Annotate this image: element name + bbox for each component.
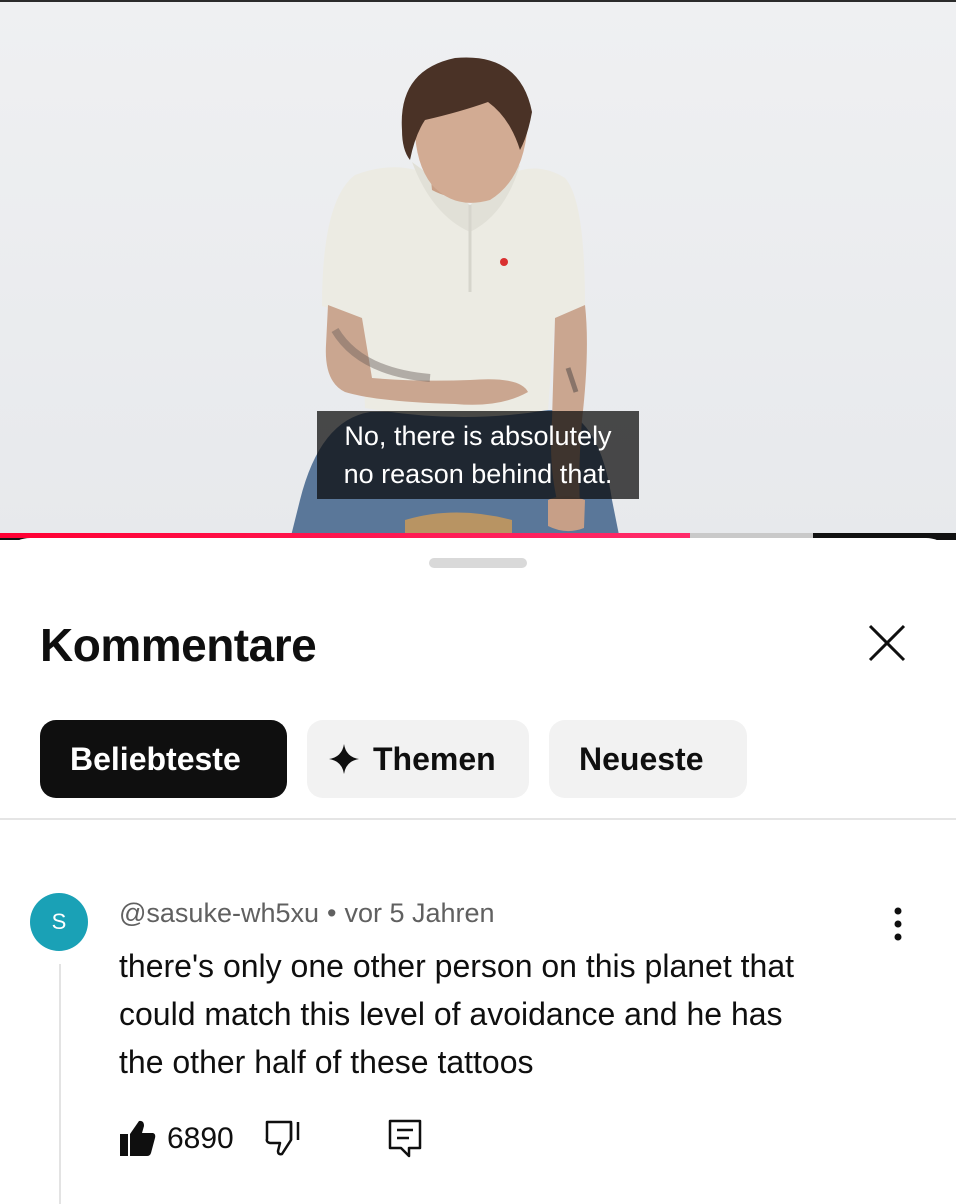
like-button[interactable]	[119, 1118, 157, 1163]
reply-icon	[388, 1119, 422, 1158]
comment-time: vor 5 Jahren	[344, 898, 495, 928]
drag-handle[interactable]	[429, 558, 527, 568]
avatar-letter: S	[51, 909, 67, 934]
thread-line	[59, 964, 61, 1204]
comment-line: there's only one other person on this pl…	[119, 948, 794, 984]
comment-line: the other half of these tattoos	[119, 1044, 534, 1080]
chip-beliebteste[interactable]: Beliebteste	[40, 720, 287, 798]
more-vertical-icon	[894, 907, 902, 941]
divider	[0, 818, 956, 820]
thumbs-up-icon	[120, 1120, 156, 1156]
video-player[interactable]: No, there is absolutely no reason behind…	[0, 0, 956, 540]
sparkle-icon	[329, 743, 359, 774]
dislike-button[interactable]	[265, 1118, 301, 1163]
chip-label: Neueste	[579, 741, 704, 777]
thumbs-down-icon	[265, 1120, 300, 1156]
comment-meta: @sasuke-wh5xu • vor 5 Jahren	[119, 898, 495, 929]
subtitle-caption: No, there is absolutely no reason behind…	[317, 411, 639, 499]
chip-label: Themen	[373, 741, 496, 777]
avatar[interactable]: S	[30, 893, 88, 951]
sheet-title: Kommentare	[40, 619, 317, 671]
close-icon	[868, 624, 906, 662]
chip-neueste[interactable]: Neueste	[549, 720, 747, 798]
chip-themen[interactable]: Themen	[307, 720, 529, 798]
reply-button[interactable]	[387, 1118, 423, 1163]
comment-text: there's only one other person on this pl…	[119, 942, 909, 1086]
comment-line: could match this level of avoidance and …	[119, 996, 783, 1032]
like-count: 6890	[167, 1122, 234, 1155]
more-options-button[interactable]	[880, 904, 916, 944]
close-button[interactable]	[860, 616, 914, 670]
comment-author[interactable]: @sasuke-wh5xu	[119, 898, 319, 928]
comments-sheet: Kommentare Beliebteste Themen Neueste S …	[0, 538, 956, 1204]
subtitle-line-1: No, there is absolutely	[344, 421, 612, 451]
chip-label: Beliebteste	[70, 741, 241, 777]
subtitle-line-2: no reason behind that.	[343, 459, 613, 489]
meta-separator: •	[327, 898, 337, 928]
